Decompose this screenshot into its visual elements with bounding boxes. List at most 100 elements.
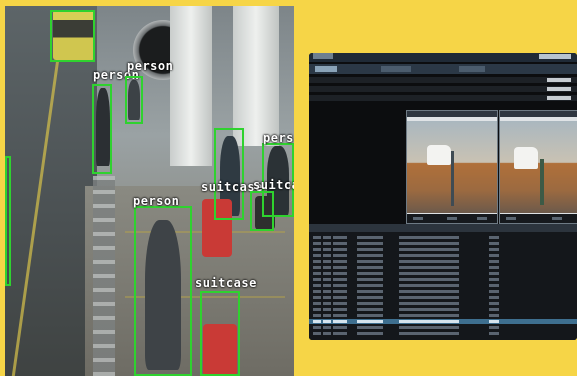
- table-cell: [323, 272, 331, 275]
- table-cell: [399, 332, 459, 335]
- table-row: [309, 235, 577, 240]
- pole: [451, 151, 454, 206]
- table-cell: [333, 242, 347, 245]
- table-row: [309, 331, 577, 336]
- table-cell: [333, 278, 347, 281]
- table-cell: [399, 254, 459, 257]
- car: [514, 147, 538, 169]
- surveillance-monitor-photo: [309, 53, 577, 340]
- detection-label: suitca: [253, 178, 294, 192]
- table-cell: [489, 326, 499, 329]
- table-cell: [323, 308, 331, 311]
- table-cell: [313, 314, 321, 317]
- camera-view-2: [499, 110, 577, 224]
- person-bbox: [214, 128, 244, 220]
- table-cell: [357, 278, 383, 281]
- table-cell: [357, 236, 383, 239]
- footer-control: [477, 217, 487, 220]
- camera-view-1: [406, 110, 498, 224]
- table-cell: [313, 308, 321, 311]
- railing: [93, 176, 115, 376]
- table-row: [309, 325, 577, 330]
- table-cell: [399, 290, 459, 293]
- filter-button: [547, 78, 571, 82]
- table-cell: [489, 308, 499, 311]
- table-cell: [333, 272, 347, 275]
- footer-control: [413, 217, 423, 220]
- table-cell: [313, 266, 321, 269]
- app-logo: [313, 53, 333, 59]
- person-bbox: [92, 84, 112, 174]
- filter-button: [547, 96, 571, 100]
- table-cell: [313, 284, 321, 287]
- filter-row: [309, 95, 577, 101]
- table-row: [309, 247, 577, 252]
- table-cell: [399, 320, 459, 323]
- toolbar-tab: [459, 66, 485, 72]
- detection-label: person: [127, 59, 174, 73]
- table-cell: [333, 320, 347, 323]
- table-cell: [323, 302, 331, 305]
- table-cell: [357, 248, 383, 251]
- table-row: [309, 283, 577, 288]
- table-cell: [399, 248, 459, 251]
- table-cell: [489, 260, 499, 263]
- table-cell: [399, 326, 459, 329]
- table-cell: [357, 308, 383, 311]
- table-cell: [489, 254, 499, 257]
- table-cell: [333, 296, 347, 299]
- window-title: [539, 54, 571, 59]
- table-cell: [323, 332, 331, 335]
- table-cell: [357, 320, 383, 323]
- table-row: [309, 289, 577, 294]
- table-row: [309, 241, 577, 246]
- table-cell: [489, 272, 499, 275]
- detection-label: suitcase: [195, 276, 257, 290]
- table-cell: [399, 242, 459, 245]
- table-cell: [313, 290, 321, 293]
- table-cell: [399, 308, 459, 311]
- car: [427, 145, 451, 165]
- table-cell: [333, 332, 347, 335]
- table-cell: [489, 290, 499, 293]
- table-cell: [333, 260, 347, 263]
- table-cell: [489, 296, 499, 299]
- footer-control: [506, 217, 516, 220]
- table-cell: [357, 326, 383, 329]
- table-cell: [489, 302, 499, 305]
- table-cell: [323, 266, 331, 269]
- table-cell: [313, 236, 321, 239]
- suitcase-bbox: [200, 291, 240, 376]
- table-cell: [399, 266, 459, 269]
- table-cell: [357, 242, 383, 245]
- table-cell: [357, 266, 383, 269]
- table-cell: [333, 284, 347, 287]
- table-cell: [489, 320, 499, 323]
- table-cell: [323, 242, 331, 245]
- table-row: [309, 319, 577, 324]
- table-cell: [489, 248, 499, 251]
- table-cell: [399, 272, 459, 275]
- table-cell: [489, 266, 499, 269]
- camera-overlay-header: [407, 111, 497, 117]
- table-cell: [399, 302, 459, 305]
- table-cell: [313, 278, 321, 281]
- table-cell: [323, 326, 331, 329]
- table-cell: [333, 326, 347, 329]
- table-cell: [399, 236, 459, 239]
- table-cell: [399, 278, 459, 281]
- footer-control: [447, 217, 457, 220]
- table-cell: [323, 236, 331, 239]
- table-cell: [313, 254, 321, 257]
- table-cell: [357, 296, 383, 299]
- pole: [540, 159, 544, 205]
- table-cell: [323, 314, 331, 317]
- table-row: [309, 277, 577, 282]
- detection-label: pers: [263, 131, 294, 145]
- pillar: [170, 6, 212, 166]
- toolbar-tab: [381, 66, 411, 72]
- table-cell: [313, 302, 321, 305]
- table-cell: [333, 236, 347, 239]
- cctv-detection-view: person person pers suitcase suitca perso…: [5, 6, 294, 376]
- table-row: [309, 313, 577, 318]
